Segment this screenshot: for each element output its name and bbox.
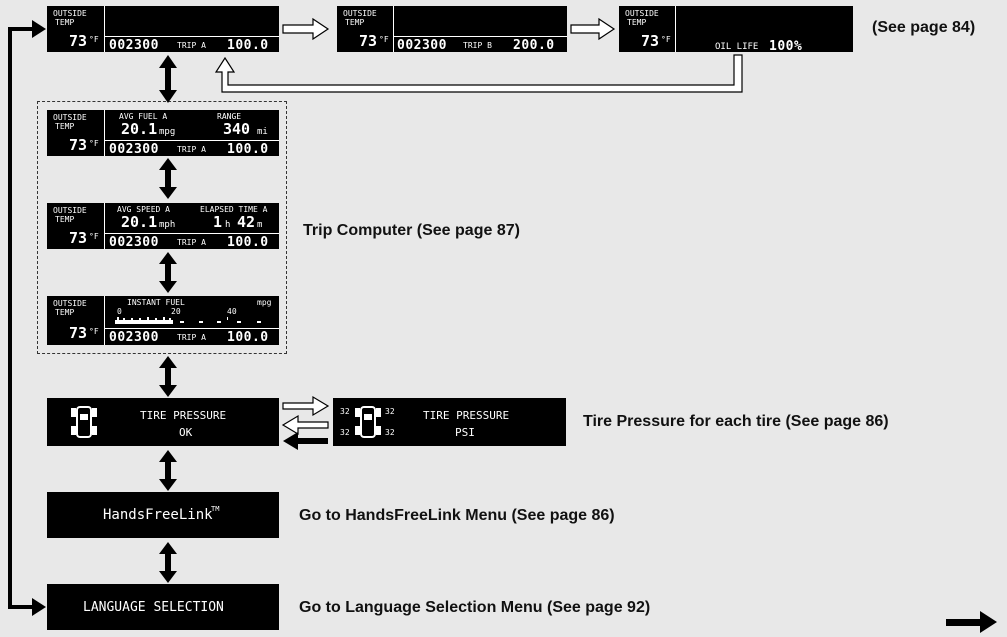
arrow-right-2 [570,17,616,41]
arrow-right-1 [282,17,330,41]
updown-arrow [159,55,177,583]
continue-arrow [946,611,997,633]
tire-arrow-right [282,395,330,417]
flow-connectors [8,17,997,633]
oil-life-return-arrow [214,54,743,93]
tire-arrow-left-solid [283,432,328,450]
tire-arrow-left-hollow [281,414,329,436]
return-loop-line [8,20,46,616]
